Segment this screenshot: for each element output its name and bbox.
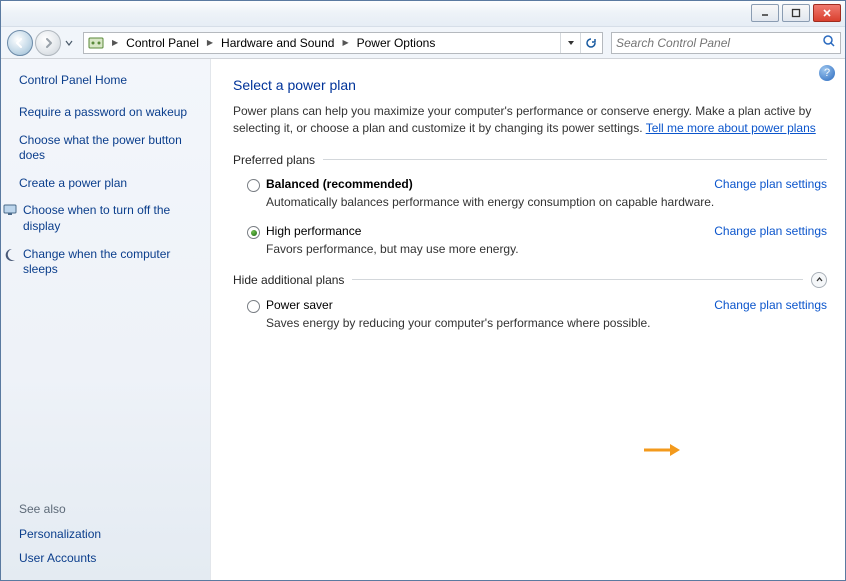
preferred-plans-header: Preferred plans (233, 153, 827, 167)
plan-radio-balanced[interactable] (247, 179, 260, 192)
nav-arrows (7, 30, 75, 56)
task-require-password[interactable]: Require a password on wakeup (19, 105, 200, 121)
preferred-plans-label: Preferred plans (233, 153, 315, 167)
seealso-user-accounts[interactable]: User Accounts (19, 551, 200, 565)
maximize-button[interactable] (782, 4, 810, 22)
address-dropdown[interactable] (560, 33, 580, 53)
control-panel-home-link[interactable]: Control Panel Home (19, 73, 200, 87)
search-box[interactable] (611, 32, 841, 54)
address-bar[interactable]: ▶ Control Panel ▶ Hardware and Sound ▶ P… (83, 32, 603, 54)
breadcrumb-seg-1[interactable]: Hardware and Sound (221, 36, 334, 50)
plan-power-saver: Power saver Change plan settings Saves e… (247, 298, 827, 332)
change-plan-settings-high-perf[interactable]: Change plan settings (714, 224, 827, 238)
back-button[interactable] (7, 30, 33, 56)
divider (352, 279, 803, 280)
plan-radio-power-saver[interactable] (247, 300, 260, 313)
content-body: Control Panel Home Require a password on… (1, 59, 845, 580)
task-sleep[interactable]: Change when the computer sleeps (19, 247, 200, 278)
titlebar (1, 1, 845, 27)
plan-name[interactable]: Balanced (recommended) (266, 177, 413, 191)
close-button[interactable] (813, 4, 841, 22)
minimize-button[interactable] (751, 4, 779, 22)
divider (323, 159, 827, 160)
task-label: Change when the computer sleeps (23, 247, 200, 278)
page-title: Select a power plan (233, 77, 827, 93)
control-panel-icon (88, 35, 104, 51)
moon-icon (3, 247, 17, 261)
plan-name[interactable]: High performance (266, 224, 361, 238)
main-pane: ? Select a power plan Power plans can he… (211, 59, 845, 580)
change-plan-settings-power-saver[interactable]: Change plan settings (714, 298, 827, 312)
navbar: ▶ Control Panel ▶ Hardware and Sound ▶ P… (1, 27, 845, 59)
see-also-header: See also (19, 502, 200, 516)
annotation-arrow-icon (642, 442, 682, 458)
plan-high-performance: High performance Change plan settings Fa… (247, 224, 827, 258)
plan-radio-high-perf[interactable] (247, 226, 260, 239)
task-power-button[interactable]: Choose what the power button does (19, 133, 200, 164)
task-label: Choose when to turn off the display (23, 203, 200, 234)
collapse-button[interactable] (811, 272, 827, 288)
task-label: Require a password on wakeup (19, 105, 200, 121)
plan-desc: Saves energy by reducing your computer's… (266, 316, 827, 332)
plan-name[interactable]: Power saver (266, 298, 333, 312)
address-controls (560, 33, 600, 53)
task-label: Create a power plan (19, 176, 200, 192)
chevron-right-icon: ▶ (338, 38, 352, 47)
plan-desc: Favors performance, but may use more ene… (266, 242, 827, 258)
plan-row: High performance Change plan settings (247, 224, 827, 239)
search-input[interactable] (616, 36, 822, 50)
change-plan-settings-balanced[interactable]: Change plan settings (714, 177, 827, 191)
plan-row: Power saver Change plan settings (247, 298, 827, 313)
window-controls (751, 4, 841, 22)
nav-history-dropdown[interactable] (63, 39, 75, 47)
intro-link[interactable]: Tell me more about power plans (646, 121, 816, 135)
intro-text: Power plans can help you maximize your c… (233, 103, 827, 137)
search-icon[interactable] (822, 34, 836, 51)
plan-balanced: Balanced (recommended) Change plan setti… (247, 177, 827, 211)
additional-plans-label: Hide additional plans (233, 273, 344, 287)
plan-row: Balanced (recommended) Change plan setti… (247, 177, 827, 192)
monitor-icon (3, 203, 17, 217)
additional-plans-header: Hide additional plans (233, 272, 827, 288)
breadcrumb-seg-2[interactable]: Power Options (357, 36, 436, 50)
help-icon[interactable]: ? (819, 65, 835, 81)
breadcrumb-seg-0[interactable]: Control Panel (126, 36, 199, 50)
forward-button[interactable] (35, 30, 61, 56)
task-display-off[interactable]: Choose when to turn off the display (19, 203, 200, 234)
chevron-right-icon: ▶ (108, 38, 122, 47)
left-pane: Control Panel Home Require a password on… (1, 59, 211, 580)
refresh-button[interactable] (580, 33, 600, 53)
chevron-right-icon: ▶ (203, 38, 217, 47)
task-label: Choose what the power button does (19, 133, 200, 164)
task-create-plan[interactable]: Create a power plan (19, 176, 200, 192)
seealso-personalization[interactable]: Personalization (19, 527, 200, 541)
plan-desc: Automatically balances performance with … (266, 195, 827, 211)
